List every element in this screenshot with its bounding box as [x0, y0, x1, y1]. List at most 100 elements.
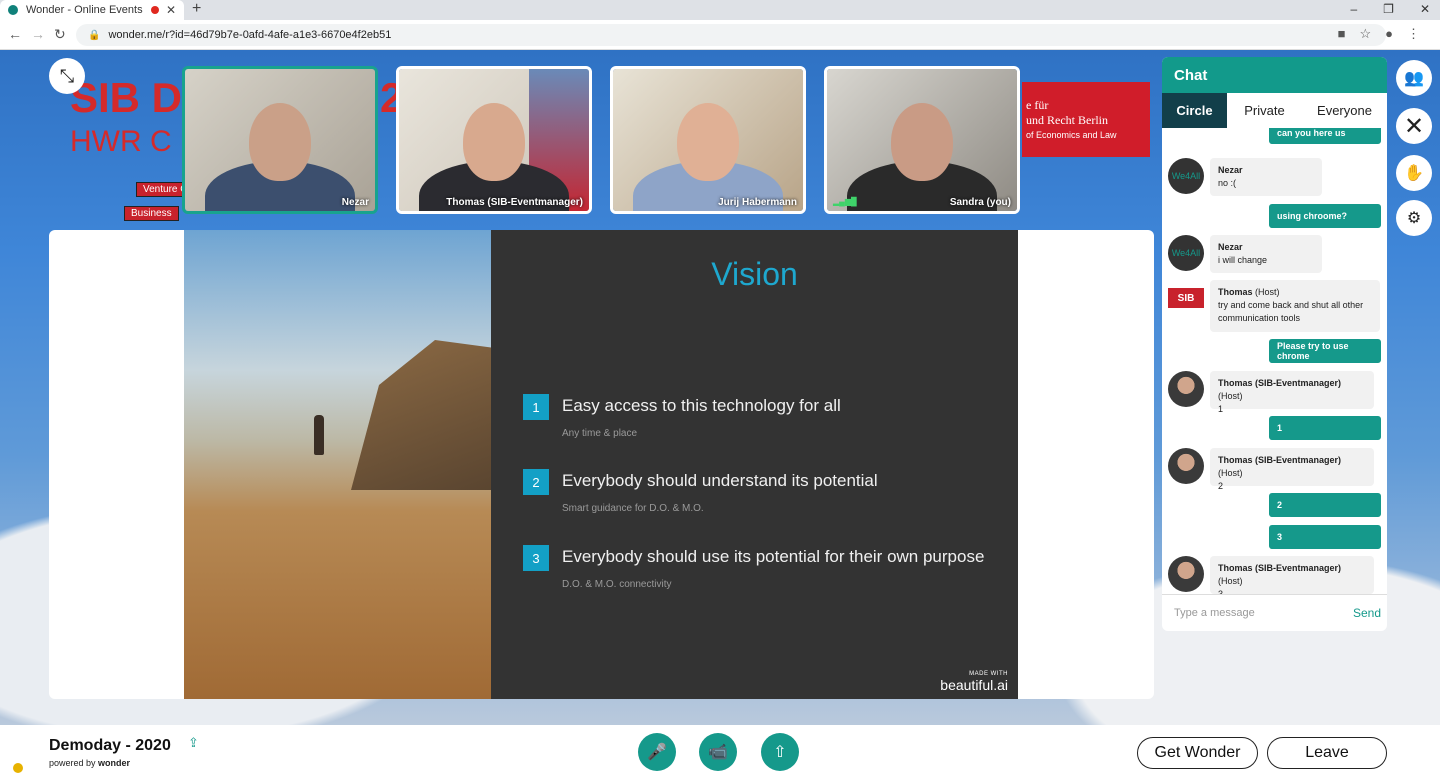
camera-icon[interactable]: 📹: [699, 733, 737, 771]
chat-messages[interactable]: can you here us We4All Nezar no :( using…: [1162, 128, 1387, 594]
screen-share-area: Vision 1 Easy access to this technology …: [49, 230, 1154, 699]
bookmark-star-icon[interactable]: ☆: [1359, 26, 1371, 42]
slide-item-number: 1: [523, 394, 549, 420]
walking-person-shape: [314, 415, 324, 455]
collapse-icon[interactable]: ⤡: [49, 58, 85, 94]
message-text: no :(: [1218, 178, 1237, 188]
message-sender: Thomas: [1218, 287, 1253, 297]
screen-share-icon[interactable]: ⇧: [761, 733, 799, 771]
new-tab-button[interactable]: +: [192, 0, 201, 18]
message-bubble: Thomas (SIB-Eventmanager) (Host) 3: [1210, 556, 1374, 594]
hwr-banner: e für und Recht Berlin of Economics and …: [1022, 82, 1150, 157]
own-message: using chroome?: [1269, 204, 1381, 228]
send-button[interactable]: Send: [1353, 606, 1381, 620]
participant-face: [463, 103, 525, 181]
avatar: SIB: [1168, 288, 1204, 308]
participant-name: Nezar: [341, 197, 369, 208]
message-sender: Nezar: [1218, 242, 1243, 252]
own-message: Please try to use chrome: [1269, 339, 1381, 363]
lock-icon: 🔒: [88, 29, 101, 41]
message-bubble: Thomas (Host) try and come back and shut…: [1210, 280, 1380, 332]
slide-item-sub: Smart guidance for D.O. & M.O.: [562, 503, 704, 514]
slide-item-heading: Everybody should use its potential for t…: [562, 547, 985, 566]
message-sender: Thomas (SIB-Eventmanager): [1218, 563, 1342, 573]
people-icon[interactable]: 👥: [1396, 60, 1432, 96]
chat-title: Chat: [1162, 57, 1387, 93]
host-label: (Host): [1218, 468, 1243, 478]
participant-tiles: Nezar Thomas (SIB-Eventmanager) Jurij Ha…: [182, 66, 1020, 214]
address-bar: ← → ↻ 🔒 wonder.me/r?id=46d79b7e-0afd-4af…: [0, 20, 1440, 50]
wonder-favicon-icon: [8, 5, 18, 15]
participant-tile[interactable]: Nezar: [182, 66, 378, 214]
url-text: wonder.me/r?id=46d79b7e-0afd-4afe-a1e3-6…: [108, 29, 392, 41]
url-field[interactable]: 🔒 wonder.me/r?id=46d79b7e-0afd-4afe-a1e3…: [76, 24, 1386, 46]
avatar: [1168, 371, 1204, 407]
leave-button[interactable]: Leave: [1267, 737, 1387, 769]
browser-tabbar: Wonder - Online Events ✕ + – ❐ ✕: [0, 0, 1440, 20]
event-title: Demoday - 2020: [49, 737, 171, 754]
browser-menu-icon[interactable]: ⋮: [1407, 26, 1420, 42]
message-sender: Thomas (SIB-Eventmanager): [1218, 378, 1342, 388]
slide-item-number: 2: [523, 469, 549, 495]
slide-item-heading: Everybody should understand its potentia…: [562, 471, 878, 490]
own-message: can you here us: [1269, 128, 1381, 144]
message-bubble: Thomas (SIB-Eventmanager) (Host) 1: [1210, 371, 1374, 414]
beach-photo: [184, 230, 491, 699]
close-icon[interactable]: ✕: [1396, 108, 1432, 144]
hand-wave-icon[interactable]: ✋: [1396, 155, 1432, 191]
recording-icon: [151, 6, 159, 14]
camera-in-use-icon[interactable]: ■: [1338, 26, 1346, 42]
minimize-window-button[interactable]: –: [1350, 0, 1357, 18]
banner-left-line1: SIB D: [70, 74, 183, 121]
participant-name: Jurij Habermann: [718, 197, 797, 208]
slide-item-number: 3: [523, 545, 549, 571]
avatar: We4All: [1168, 235, 1204, 271]
forward-icon[interactable]: →: [31, 26, 45, 42]
chat-panel: Chat Circle Private Everyone can you her…: [1162, 57, 1387, 631]
business-sign: Business: [124, 206, 179, 221]
window-controls: – ❐ ✕: [1350, 0, 1430, 18]
settings-gear-icon[interactable]: ⚙: [1396, 200, 1432, 236]
microphone-icon[interactable]: 🎤: [638, 733, 676, 771]
close-window-button[interactable]: ✕: [1420, 0, 1430, 18]
participant-tile[interactable]: ▂▄▆█ Sandra (you): [824, 66, 1020, 214]
maximize-window-button[interactable]: ❐: [1383, 0, 1394, 18]
browser-tab[interactable]: Wonder - Online Events ✕: [0, 0, 184, 20]
cliff-shape: [351, 340, 491, 490]
omnibox-icons: ■ ☆ ● ⋮: [1338, 26, 1420, 42]
participant-name: Thomas (SIB-Eventmanager): [446, 197, 583, 208]
close-tab-icon[interactable]: ✕: [166, 3, 176, 17]
tab-circle[interactable]: Circle: [1162, 93, 1227, 128]
signal-strength-icon: ▂▄▆█: [833, 197, 857, 206]
tab-private[interactable]: Private: [1227, 93, 1302, 128]
own-message: 2: [1269, 493, 1381, 517]
message-bubble: Thomas (SIB-Eventmanager) (Host) 2: [1210, 448, 1374, 491]
get-wonder-button[interactable]: Get Wonder: [1137, 737, 1258, 769]
message-text: 2: [1218, 481, 1224, 491]
participant-name: Sandra (you): [949, 197, 1011, 208]
reload-icon[interactable]: ↻: [54, 26, 66, 43]
banner-right-line1: e für: [1026, 98, 1049, 112]
tab-title: Wonder - Online Events: [26, 4, 143, 16]
share-icon[interactable]: ⇪: [188, 735, 199, 751]
own-message: 1: [1269, 416, 1381, 440]
chat-message-input[interactable]: [1174, 607, 1353, 619]
brand-label: beautiful.ai: [940, 677, 1008, 693]
avatar: [1168, 556, 1204, 592]
beautiful-ai-watermark: MADE WITH beautiful.ai: [940, 671, 1008, 693]
participant-face: [249, 103, 311, 181]
slide-item-sub: Any time & place: [562, 428, 638, 439]
own-message: 3: [1269, 525, 1381, 549]
message-bubble: Nezar no :(: [1210, 158, 1322, 196]
participant-tile[interactable]: Thomas (SIB-Eventmanager): [396, 66, 592, 214]
message-sender: Thomas (SIB-Eventmanager): [1218, 455, 1342, 465]
avatar: We4All: [1168, 158, 1204, 194]
back-icon[interactable]: ←: [8, 26, 22, 42]
profile-icon[interactable]: ●: [1385, 26, 1393, 42]
slide-title: Vision: [711, 256, 798, 292]
message-text: i will change: [1218, 255, 1268, 265]
message-text: try and come back and shut all other com…: [1218, 300, 1364, 323]
banner-right-line3: of Economics and Law: [1026, 130, 1117, 140]
participant-tile[interactable]: Jurij Habermann: [610, 66, 806, 214]
tab-everyone[interactable]: Everyone: [1302, 93, 1387, 128]
